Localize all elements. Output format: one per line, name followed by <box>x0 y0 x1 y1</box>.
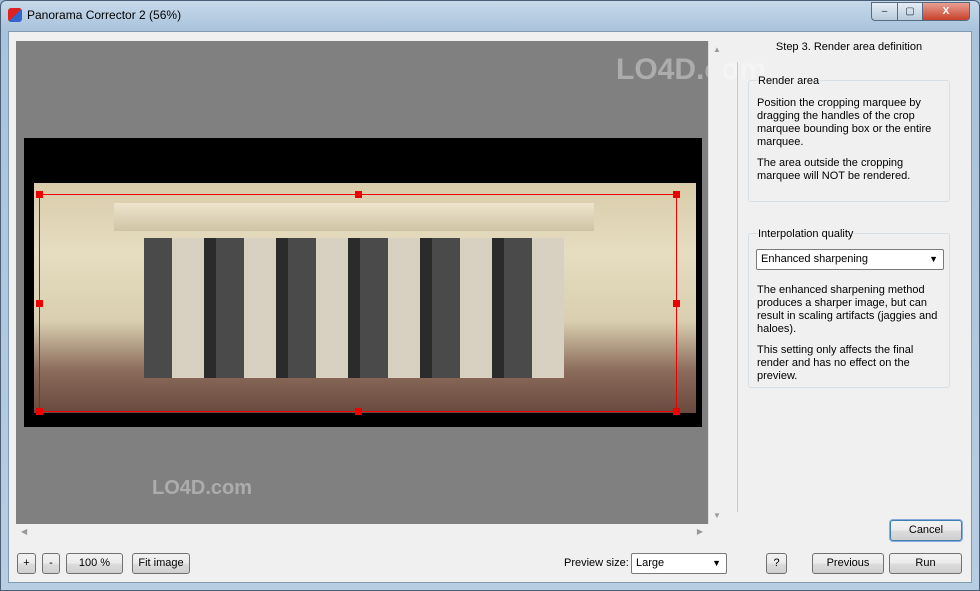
watermark: LO4D.com <box>152 477 253 499</box>
zoom-out-button[interactable]: - <box>42 553 60 574</box>
interpolation-select[interactable]: Enhanced sharpening ▼ <box>756 249 944 270</box>
step-title: Step 3. Render area definition <box>775 41 923 53</box>
vertical-scrollbar[interactable]: ▲ ▼ <box>708 41 724 524</box>
zoom-100-button[interactable]: 100 % <box>66 553 123 574</box>
crop-handle[interactable] <box>673 408 680 415</box>
group-label: Interpolation quality <box>757 228 855 240</box>
watermark: LO4D.com <box>616 53 767 86</box>
panel-divider <box>737 62 738 512</box>
previous-button[interactable]: Previous <box>812 553 884 574</box>
minimize-button[interactable]: – <box>871 2 898 21</box>
horizontal-scrollbar[interactable]: ◀ ▶ <box>16 524 708 540</box>
crop-marquee[interactable] <box>36 191 680 415</box>
group-label: Render area <box>757 75 821 87</box>
selected-value: Enhanced sharpening <box>761 253 869 265</box>
dropdown-arrow-icon: ▼ <box>929 254 938 264</box>
zoom-in-button[interactable]: + <box>17 553 36 574</box>
panorama-image[interactable] <box>24 138 702 427</box>
scroll-up-icon[interactable]: ▲ <box>713 45 721 54</box>
help-text: This setting only affects the final rend… <box>757 344 914 382</box>
crop-handle[interactable] <box>355 191 362 198</box>
maximize-button[interactable]: ▢ <box>897 2 923 21</box>
preview-size-select[interactable]: Large ▼ <box>631 553 727 574</box>
crop-handle[interactable] <box>36 191 43 198</box>
help-text: The enhanced sharpening method produces … <box>757 284 938 335</box>
fit-image-button[interactable]: Fit image <box>132 553 190 574</box>
crop-handle[interactable] <box>36 300 43 307</box>
help-button[interactable]: ? <box>766 553 787 574</box>
crop-handle[interactable] <box>673 300 680 307</box>
close-button[interactable]: X <box>922 2 970 21</box>
run-button[interactable]: Run <box>889 553 962 574</box>
scroll-down-icon[interactable]: ▼ <box>713 511 721 520</box>
app-icon <box>8 8 22 22</box>
scroll-left-icon[interactable]: ◀ <box>21 527 27 536</box>
crop-handle[interactable] <box>673 191 680 198</box>
crop-handle[interactable] <box>355 408 362 415</box>
dropdown-arrow-icon: ▼ <box>712 558 721 568</box>
cancel-button[interactable]: Cancel <box>890 520 962 541</box>
render-area-group: Render area Position the cropping marque… <box>748 75 950 202</box>
window-title: Panorama Corrector 2 (56%) <box>27 8 182 22</box>
preview-size-label: Preview size: <box>564 557 629 569</box>
scroll-right-icon[interactable]: ▶ <box>697 527 703 536</box>
selected-value: Large <box>636 557 665 569</box>
help-text: Position the cropping marquee by draggin… <box>757 97 932 148</box>
crop-handle[interactable] <box>36 408 43 415</box>
help-text: The area outside the cropping marquee wi… <box>757 157 911 182</box>
